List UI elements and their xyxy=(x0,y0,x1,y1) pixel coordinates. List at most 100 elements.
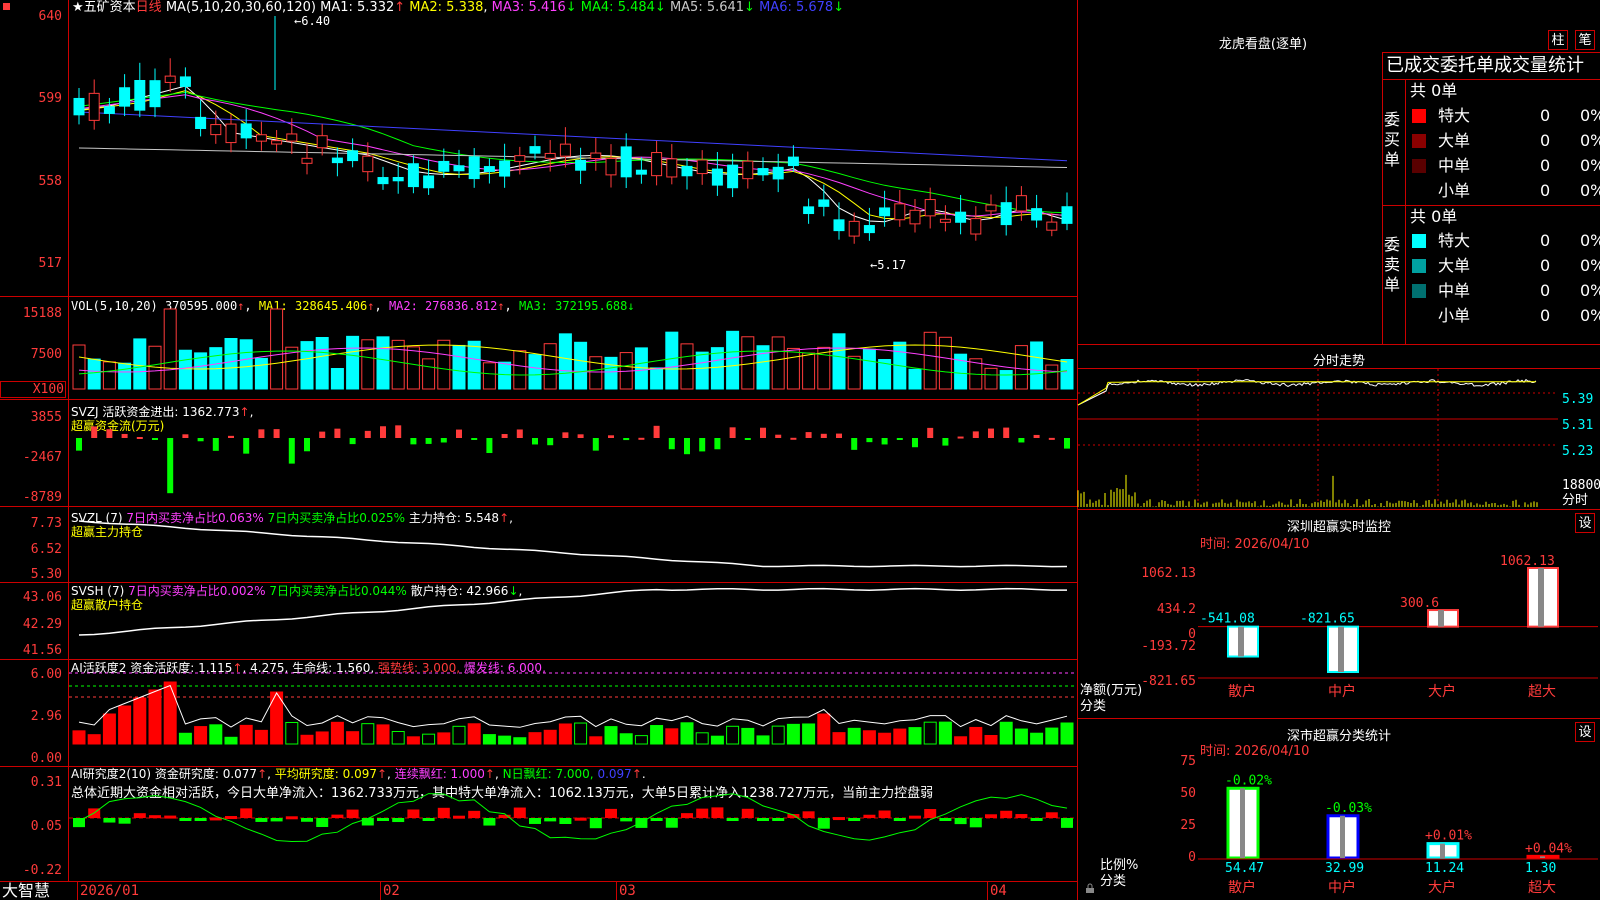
flow-bar xyxy=(486,438,493,454)
volume-bar xyxy=(650,367,664,390)
flow-bar xyxy=(684,438,690,455)
candle xyxy=(651,152,663,177)
volume-bar xyxy=(741,336,755,390)
candle xyxy=(575,159,587,171)
flow-bar xyxy=(592,438,599,451)
flow-bar xyxy=(121,433,128,438)
candlestick-chart[interactable] xyxy=(69,0,1077,296)
activity-bar xyxy=(1030,732,1044,745)
candle xyxy=(955,211,967,223)
monitor-tick: 1062.13 xyxy=(1141,566,1196,581)
candle xyxy=(529,146,541,154)
tick-mode-button[interactable]: 笔 xyxy=(1575,30,1595,50)
flow-bar xyxy=(714,438,721,450)
candle xyxy=(757,168,769,176)
flow-bar xyxy=(805,432,812,438)
volume-bar xyxy=(361,339,375,390)
intraday-chart[interactable] xyxy=(1077,369,1558,509)
flow-bar xyxy=(425,438,432,444)
activity-bar xyxy=(680,722,694,745)
activity-bar xyxy=(558,723,572,745)
activity-bar xyxy=(589,736,603,745)
monitor-bar-chart[interactable]: -541.08 散户 -821.65 中户 300.6 大户 1062.13 超大 xyxy=(1198,554,1598,708)
research-bar xyxy=(407,809,420,818)
svzj-chart[interactable] xyxy=(69,400,1077,504)
monitor-bar-shade xyxy=(1538,568,1544,627)
research-bar xyxy=(194,818,207,821)
activity-bar xyxy=(878,732,892,745)
svsh-line[interactable] xyxy=(69,583,1077,658)
activity-bar xyxy=(1060,722,1074,745)
volume-bar xyxy=(315,336,329,390)
research-bar xyxy=(620,818,633,822)
classify-ylabel: 比例% xyxy=(1100,858,1139,873)
monitor-title: 深圳超赢实时监控 xyxy=(1286,520,1391,535)
row-count: 0 xyxy=(1540,131,1551,150)
research-bar xyxy=(483,818,496,826)
research-bar xyxy=(255,818,268,822)
svzj-tick: 3855 xyxy=(30,410,62,425)
brand-logo: 大智慧 xyxy=(2,881,51,900)
activity-bar xyxy=(376,724,390,745)
research-bar xyxy=(118,818,131,824)
research-bar xyxy=(73,818,85,828)
volume-bar xyxy=(1030,341,1044,390)
flow-bar xyxy=(136,437,143,440)
flow-bar xyxy=(957,436,964,439)
lhkp-header: 已成交委托单成交量统计 xyxy=(1386,55,1584,76)
volume-bar xyxy=(558,333,572,390)
classify-bar-chart[interactable]: -0.02% 54.47 散户 -0.03% 32.99 中户 +0.01% 11.24 大户 +… xyxy=(1198,760,1598,900)
candle xyxy=(711,168,723,186)
activity-bar xyxy=(786,723,800,745)
activity-bar xyxy=(315,731,329,745)
lock-icon[interactable] xyxy=(1085,883,1095,894)
flow-bar xyxy=(668,438,675,450)
flow-bar xyxy=(623,438,630,441)
candle xyxy=(970,218,982,235)
row-count: 0 xyxy=(1540,231,1551,250)
flow-bar xyxy=(516,429,523,438)
activity-bar xyxy=(452,725,466,745)
monitor-value-label: 300.6 xyxy=(1400,596,1439,611)
research-bar xyxy=(741,808,754,818)
ma-line-3 xyxy=(78,94,1068,217)
research-bar xyxy=(559,818,572,825)
color-swatch xyxy=(1412,159,1426,173)
flow-bar xyxy=(410,438,417,445)
vol-unit-button[interactable]: X100 xyxy=(0,381,66,398)
flow-bar xyxy=(440,438,447,443)
avg-line xyxy=(1077,381,1536,406)
candle xyxy=(939,218,951,223)
classify-category: 超大 xyxy=(1528,880,1556,896)
flow-bar xyxy=(152,438,158,440)
svzl-line[interactable] xyxy=(69,507,1077,582)
activity-bar xyxy=(847,727,861,745)
classify-value-label: 1.30 xyxy=(1525,861,1556,876)
research-bar xyxy=(392,818,405,823)
activity-bar xyxy=(543,729,557,745)
classify-settings-button[interactable]: 设 xyxy=(1575,722,1595,742)
monitor-value-label: -541.08 xyxy=(1200,612,1255,627)
activity-bar xyxy=(300,734,314,745)
bar-mode-button[interactable]: 柱 xyxy=(1548,30,1568,50)
research-bar xyxy=(468,810,481,818)
monitor-settings-button[interactable]: 设 xyxy=(1575,513,1595,533)
activity-bar xyxy=(908,727,922,745)
flow-bar xyxy=(197,438,204,442)
volume-chart[interactable] xyxy=(69,297,1077,397)
ai-research-chart[interactable] xyxy=(69,793,1077,880)
research-bar xyxy=(878,810,891,818)
activity-bar xyxy=(893,728,907,745)
ai-activity-chart[interactable] xyxy=(69,660,1077,765)
flow-bar xyxy=(364,430,371,438)
volume-bar xyxy=(118,362,132,390)
candle xyxy=(164,75,176,83)
flow-bar xyxy=(456,429,462,438)
candle xyxy=(727,164,739,189)
flow-bar xyxy=(744,438,751,440)
volume-bar xyxy=(482,362,496,390)
volume-bar xyxy=(254,357,268,390)
monitor-category: 超大 xyxy=(1528,684,1556,700)
activity-bar xyxy=(771,725,785,745)
flow-bar xyxy=(820,433,827,438)
